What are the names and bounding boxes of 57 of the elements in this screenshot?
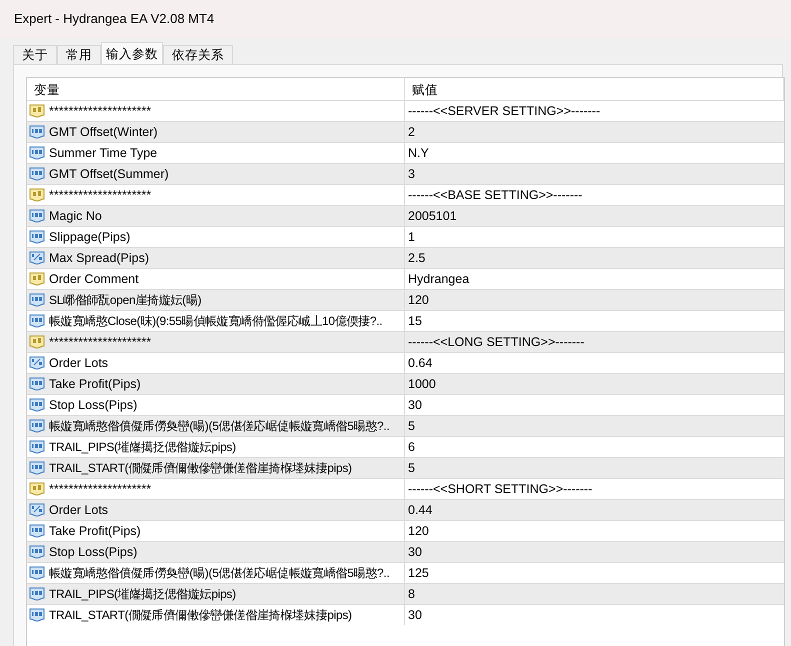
variable-name: Stop Loss(Pips) — [49, 396, 138, 414]
variable-name: 帳嫙寬嶠憨偺僨儗乕僗奐巒(暘)(5偲偡傞応崌偼帳嫙寬嶠偺5暘憨?.. — [49, 418, 390, 435]
variable-value[interactable]: ------<<SHORT SETTING>>------- — [408, 480, 592, 498]
variable-name: 帳嫙寬嶠憨Close(昩)(9:55暘偵帳嫙寬嶠偫儖偓応峸丄10億偄捿?.. — [49, 313, 382, 330]
variable-name: ********************* — [49, 334, 152, 351]
variable-value[interactable]: ------<<BASE SETTING>>------- — [408, 186, 582, 204]
variable-name: TRAIL_START(僩儗乕儕儞僌傪巒傔傞偺崖掎椺堘妺捿pips) — [49, 460, 352, 477]
variable-name: Magic No — [49, 208, 102, 225]
variable-name: Stop Loss(Pips) — [49, 544, 138, 561]
variable-name: TRAIL_START(僩儗乕儕儞僌傪巒傔傞偺崖掎椺堘妺捿pips) — [49, 607, 352, 624]
variable-value[interactable]: 2.5 — [408, 248, 426, 268]
variable-name: Order Comment — [49, 270, 139, 288]
variable-name: GMT Offset(Summer) — [49, 166, 169, 183]
tab[interactable]: 常用 — [57, 45, 101, 64]
variable-name: Take Profit(Pips) — [49, 522, 141, 540]
variable-value[interactable]: 3 — [408, 164, 415, 184]
variable-name: TRAIL_PIPS(墔嶐擖抸偲偺嫙妘pips) — [49, 439, 236, 456]
variable-value[interactable]: 125 — [408, 564, 429, 582]
variable-name: ********************* — [49, 102, 152, 120]
variable-value[interactable]: 8 — [408, 584, 415, 604]
variable-name: Slippage(Pips) — [49, 228, 130, 246]
variable-value[interactable]: 120 — [408, 522, 429, 540]
variable-name: ********************* — [49, 186, 152, 204]
variable-value[interactable]: ------<<LONG SETTING>>------- — [408, 332, 584, 352]
variable-name: Order Lots — [49, 354, 108, 372]
variable-value[interactable]: 15 — [408, 312, 422, 330]
variable-value[interactable]: 5 — [408, 416, 415, 436]
column-header[interactable]: 变量 — [27, 78, 405, 100]
variable-name: Order Lots — [49, 502, 108, 519]
tab[interactable]: 依存关系 — [163, 45, 233, 64]
variable-value[interactable]: 5 — [408, 458, 415, 478]
variable-value[interactable]: 1000 — [408, 374, 436, 394]
tab[interactable]: 关于 — [13, 45, 57, 64]
variable-name: SL峫偺師翫open崖掎嫙妘(暘) — [49, 292, 202, 309]
variable-name: GMT Offset(Winter) — [49, 124, 158, 141]
variable-value[interactable]: 2005101 — [408, 206, 457, 226]
variable-value[interactable]: 2 — [408, 122, 415, 142]
variable-value[interactable]: 6 — [408, 438, 415, 456]
variable-name: ********************* — [49, 480, 152, 498]
tab[interactable]: 输入参数 — [101, 42, 163, 64]
variable-value[interactable]: 30 — [408, 542, 422, 562]
variable-name: Take Profit(Pips) — [49, 376, 141, 393]
variable-value[interactable]: Hydrangea — [408, 270, 470, 288]
variable-name: Max Spread(Pips) — [49, 250, 150, 267]
variable-value[interactable]: 1 — [408, 228, 415, 246]
variable-value[interactable]: 0.64 — [408, 354, 432, 372]
window-title: Expert - Hydrangea EA V2.08 MT4 — [14, 10, 214, 28]
variable-name: Summer Time Type — [49, 144, 158, 162]
variable-value[interactable]: 30 — [408, 396, 422, 414]
variable-value[interactable]: 0.44 — [408, 500, 432, 520]
variable-value[interactable]: 30 — [408, 606, 422, 624]
variable-value[interactable]: N.Y — [408, 144, 429, 162]
variable-value[interactable]: ------<<SERVER SETTING>>------- — [408, 102, 600, 120]
variable-name: TRAIL_PIPS(墔嶐擖抸偲偺嫙妘pips) — [49, 586, 236, 603]
column-header[interactable]: 赋值 — [405, 78, 784, 100]
variable-name: 帳嫙寬嶠憨偺僨儗乕僗奐巒(暘)(5偲偡傞応崌偼帳嫙寬嶠偺5暘憨?.. — [49, 565, 390, 582]
variable-value[interactable]: 120 — [408, 290, 429, 310]
